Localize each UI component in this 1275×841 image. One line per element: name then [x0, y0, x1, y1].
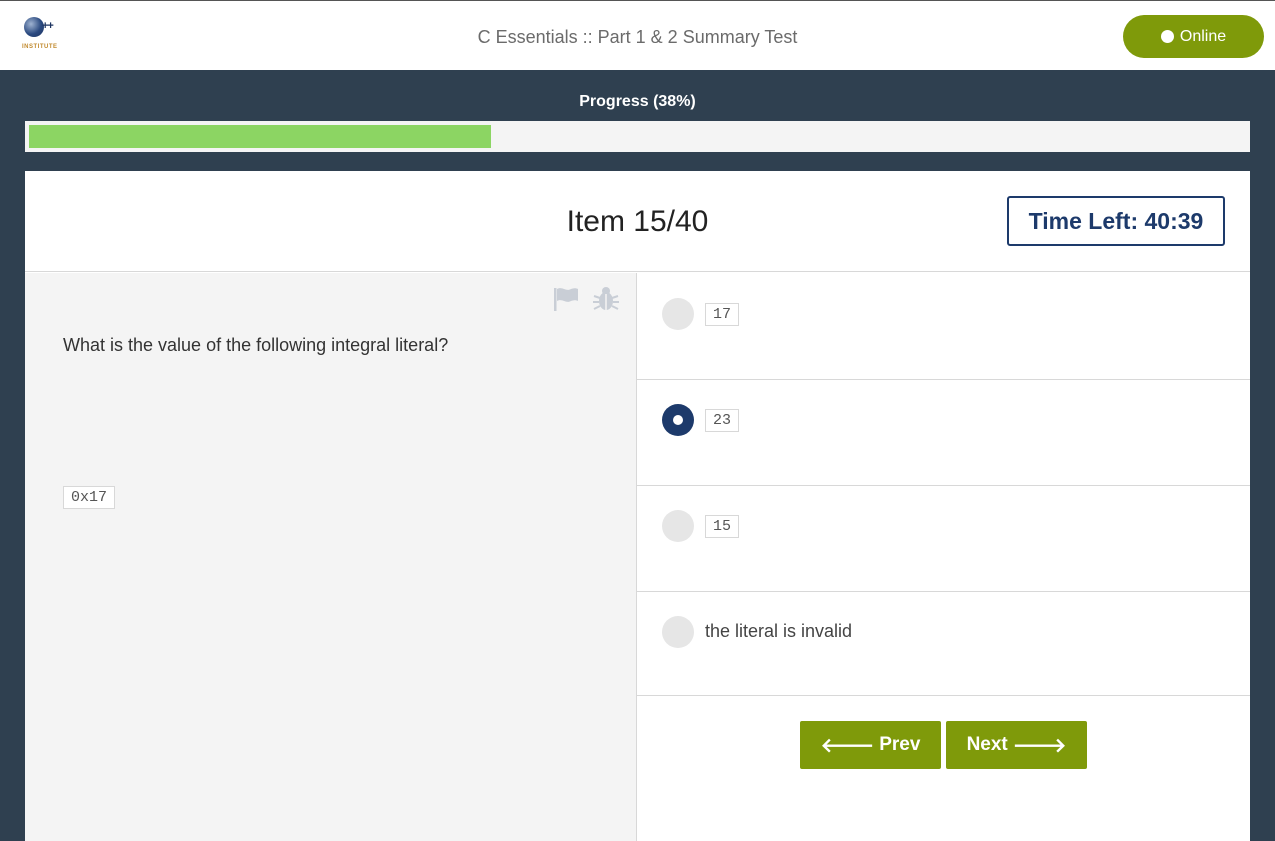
answer-label-wrap: the literal is invalid — [705, 621, 852, 642]
answer-label-wrap: 23 — [705, 409, 740, 432]
answers-pane: 17 23 15 the literal is invalid 🡐 Prev N… — [637, 273, 1250, 841]
question-pane: What is the value of the following integ… — [25, 273, 637, 841]
app-title: C Essentials :: Part 1 & 2 Summary Test — [477, 27, 798, 47]
item-header: Item 15/40 Time Left: 40:39 — [25, 171, 1250, 272]
online-status-button[interactable]: Online — [1123, 15, 1264, 58]
answer-label-wrap: 15 — [705, 515, 740, 538]
progress-bar-fill — [29, 125, 491, 148]
question-tools — [552, 286, 620, 312]
question-panel: Item 15/40 Time Left: 40:39 What is the … — [25, 171, 1250, 841]
top-bar: ++ INSTITUTE C Essentials :: Part 1 & 2 … — [0, 0, 1275, 70]
answer-label: 15 — [705, 515, 740, 538]
prev-button[interactable]: 🡐 Prev — [800, 721, 941, 769]
answer-option-4[interactable]: the literal is invalid — [637, 592, 1250, 696]
arrow-right-icon: 🡒 — [1012, 734, 1067, 757]
next-button-label: Next — [966, 734, 1008, 755]
prev-button-label: Prev — [879, 734, 921, 755]
radio-button-selected[interactable] — [662, 404, 694, 436]
radio-button[interactable] — [662, 298, 694, 330]
progress-bar — [25, 121, 1250, 152]
answer-label: 17 — [705, 303, 740, 326]
question-text: What is the value of the following integ… — [63, 335, 449, 355]
radio-button[interactable] — [662, 510, 694, 542]
time-left-badge: Time Left: 40:39 — [1007, 196, 1225, 246]
answer-option-3[interactable]: 15 — [637, 486, 1250, 592]
radio-button[interactable] — [662, 616, 694, 648]
arrow-left-icon: 🡐 — [820, 734, 875, 757]
status-dot-icon — [1160, 30, 1174, 43]
answer-label: the literal is invalid — [705, 621, 853, 641]
next-button[interactable]: Next 🡒 — [946, 721, 1087, 769]
answer-option-1[interactable]: 17 — [637, 273, 1250, 380]
progress-label: Progress (38%) — [579, 93, 696, 110]
online-status-label: Online — [1179, 27, 1227, 45]
answer-option-2[interactable]: 23 — [637, 380, 1250, 486]
flag-icon[interactable] — [552, 286, 580, 312]
answer-label-wrap: 17 — [705, 303, 740, 326]
answer-label: 23 — [705, 409, 740, 432]
question-code-block: 0x17 — [63, 486, 116, 509]
question-code: 0x17 — [63, 486, 116, 509]
bug-icon[interactable] — [592, 286, 620, 312]
